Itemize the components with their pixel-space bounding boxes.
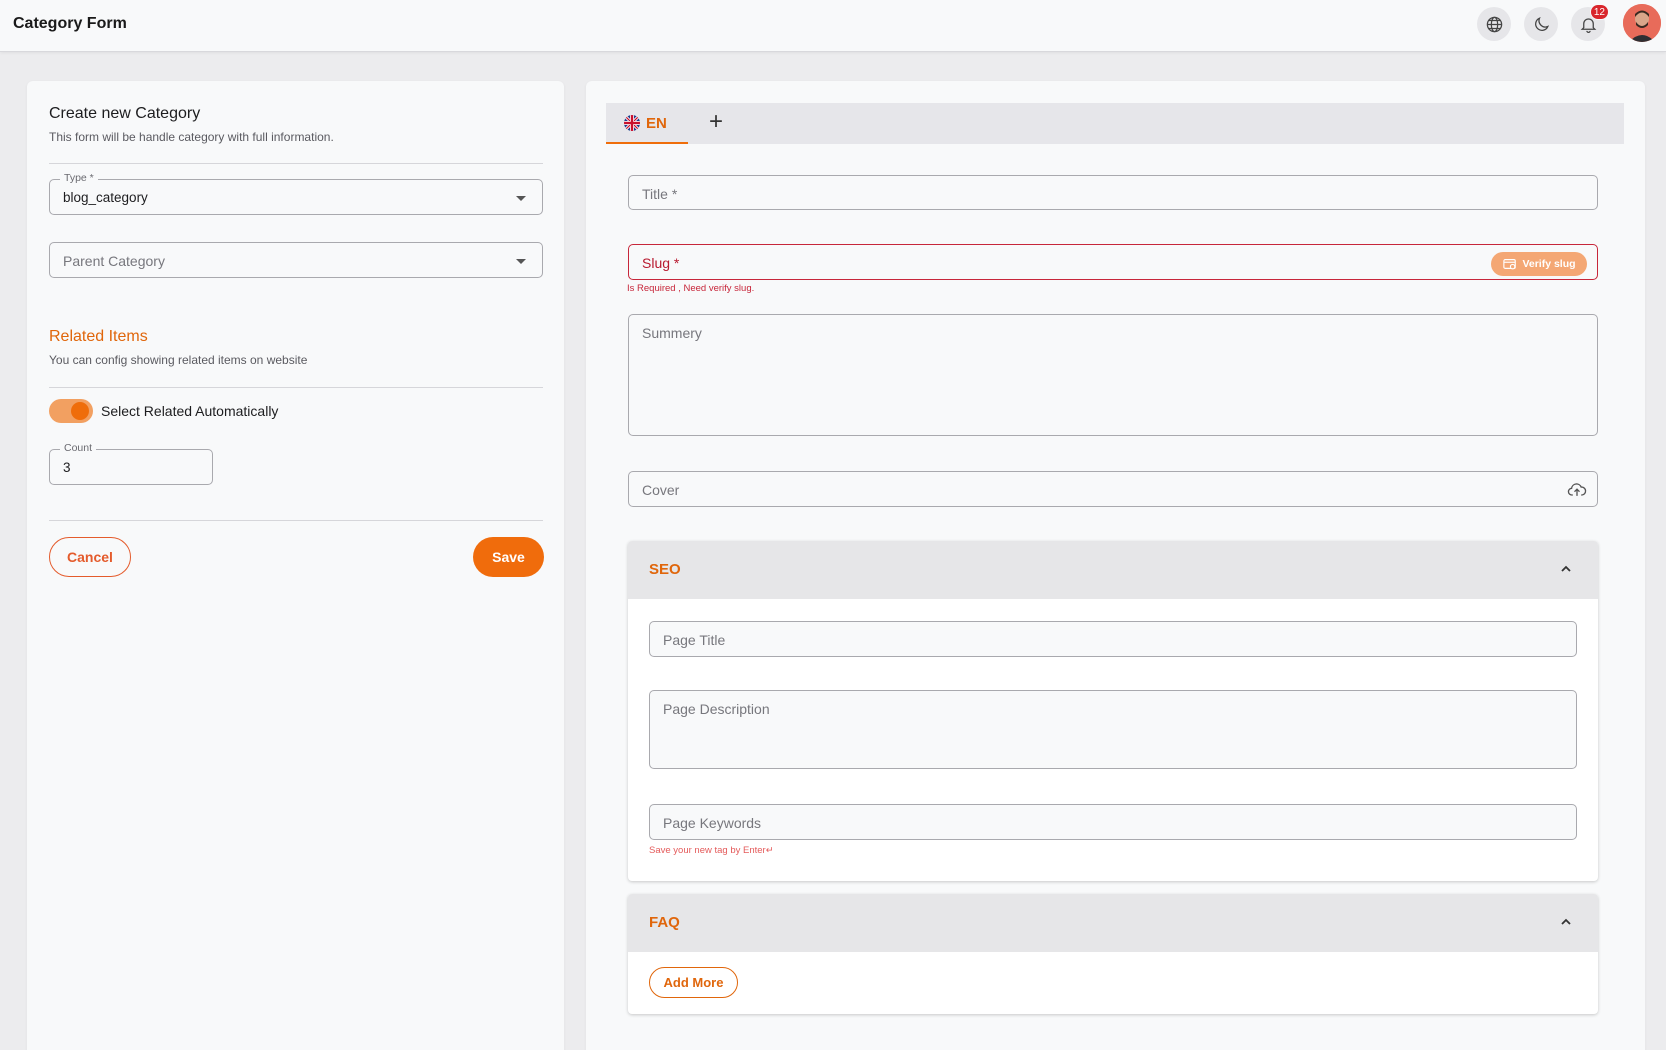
moon-icon bbox=[1534, 16, 1549, 31]
page-description-placeholder: Page Description bbox=[663, 701, 770, 717]
faq-title: FAQ bbox=[649, 914, 680, 931]
top-bar: Category Form 12 bbox=[0, 0, 1666, 52]
add-more-button[interactable]: Add More bbox=[649, 967, 738, 998]
seo-accordion-header[interactable]: SEO bbox=[628, 541, 1598, 599]
page-title-placeholder: Page Title bbox=[663, 632, 726, 648]
caret-down-icon bbox=[516, 196, 526, 201]
cover-upload-field[interactable]: Cover bbox=[628, 471, 1598, 507]
related-items-title: Related Items bbox=[49, 328, 148, 345]
notifications-button[interactable]: 12 bbox=[1571, 4, 1609, 41]
title-input[interactable]: Title * bbox=[628, 175, 1598, 210]
type-value: blog_category bbox=[63, 190, 148, 205]
tab-en-label: EN bbox=[646, 115, 667, 132]
type-label: Type * bbox=[60, 172, 98, 184]
parent-category-placeholder: Parent Category bbox=[63, 253, 165, 269]
page-description-textarea[interactable]: Page Description bbox=[649, 690, 1577, 769]
avatar-image bbox=[1623, 4, 1661, 42]
related-items-subtitle: You can config showing related items on … bbox=[49, 353, 308, 367]
summary-textarea[interactable]: Summery bbox=[628, 314, 1598, 436]
parent-category-select[interactable]: Parent Category bbox=[49, 242, 543, 278]
form-title: Create new Category bbox=[49, 105, 201, 122]
cancel-button[interactable]: Cancel bbox=[49, 537, 131, 577]
category-content-panel: EN + Title * Slug * Verify slug Is Requi… bbox=[586, 81, 1645, 1050]
language-button[interactable] bbox=[1477, 7, 1511, 41]
seo-title: SEO bbox=[649, 561, 681, 578]
notification-badge: 12 bbox=[1589, 4, 1609, 20]
form-subtitle: This form will be handle category with f… bbox=[49, 130, 334, 144]
slug-input[interactable]: Slug * Verify slug bbox=[628, 244, 1598, 280]
divider bbox=[49, 387, 543, 388]
flag-uk-icon bbox=[624, 115, 640, 131]
seo-accordion: SEO Page Title Page Description Page Key… bbox=[628, 541, 1598, 881]
slug-placeholder: Slug * bbox=[642, 255, 680, 271]
slug-error: Is Required , Need verify slug. bbox=[627, 283, 755, 294]
chevron-up-icon bbox=[1561, 565, 1571, 572]
theme-toggle-button[interactable] bbox=[1524, 7, 1558, 41]
count-label: Count bbox=[60, 442, 97, 454]
page-keywords-input[interactable]: Page Keywords bbox=[649, 804, 1577, 840]
page-title-input[interactable]: Page Title bbox=[649, 621, 1577, 657]
cloud-upload-icon[interactable] bbox=[1567, 480, 1587, 500]
tab-en[interactable]: EN bbox=[606, 103, 688, 144]
count-field[interactable]: Count 3 bbox=[49, 442, 213, 485]
chevron-up-icon bbox=[1561, 918, 1571, 925]
count-value: 3 bbox=[63, 460, 71, 475]
divider bbox=[49, 163, 543, 164]
plus-icon[interactable]: + bbox=[704, 110, 728, 135]
verify-slug-label: Verify slug bbox=[1522, 258, 1576, 270]
divider bbox=[49, 520, 543, 521]
caret-down-icon bbox=[516, 259, 526, 264]
page-keywords-placeholder: Page Keywords bbox=[663, 815, 762, 831]
verify-slug-button[interactable]: Verify slug bbox=[1491, 252, 1587, 276]
globe-icon bbox=[1486, 16, 1502, 32]
category-settings-panel: Create new Category This form will be ha… bbox=[27, 81, 564, 1050]
toggle-knob bbox=[71, 402, 89, 420]
type-select[interactable]: Type * blog_category bbox=[49, 172, 543, 215]
cover-placeholder: Cover bbox=[642, 482, 680, 498]
summary-placeholder: Summery bbox=[642, 325, 702, 341]
keywords-hint: Save your new tag by Enter↵ bbox=[649, 845, 774, 856]
select-related-toggle[interactable] bbox=[49, 399, 93, 423]
faq-accordion-header[interactable]: FAQ bbox=[628, 894, 1598, 952]
select-related-label: Select Related Automatically bbox=[101, 403, 279, 419]
faq-accordion: FAQ Add More bbox=[628, 894, 1598, 1014]
title-placeholder: Title * bbox=[642, 186, 678, 202]
verify-icon bbox=[1503, 259, 1517, 270]
save-button[interactable]: Save bbox=[473, 537, 544, 577]
page-title: Category Form bbox=[13, 15, 127, 32]
language-tabs: EN + bbox=[606, 103, 1624, 144]
avatar[interactable] bbox=[1623, 4, 1661, 42]
